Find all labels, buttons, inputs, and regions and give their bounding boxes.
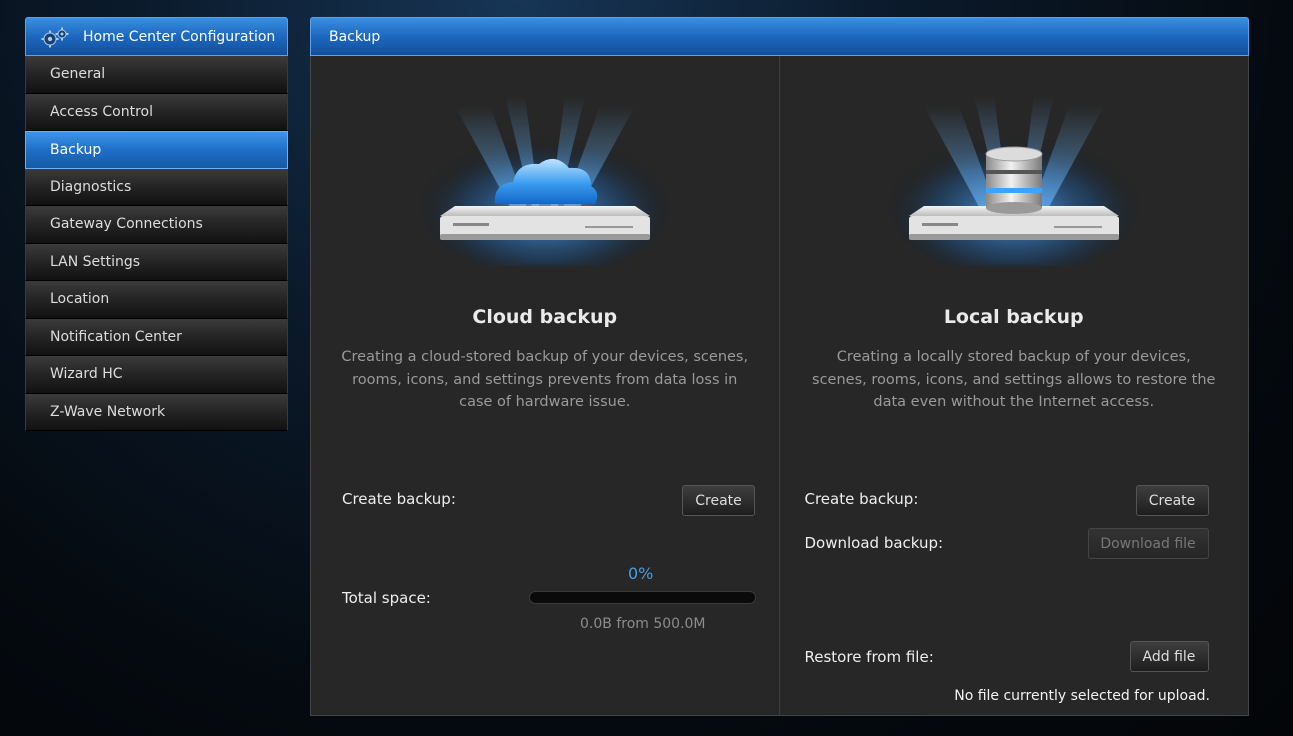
cloud-backup-title: Cloud backup [472, 306, 618, 328]
local-backup-description: Creating a locally stored backup of your… [812, 349, 1216, 410]
cloud-progress-percent: 0% [628, 564, 654, 583]
local-backup-title: Local backup [943, 306, 1084, 328]
sidebar-item-diagnostics[interactable]: Diagnostics [25, 168, 288, 206]
cloud-create-backup-label: Create backup: [342, 490, 456, 508]
sidebar-header: Home Center Configuration [25, 17, 288, 56]
download-file-button[interactable]: Download file [1087, 528, 1209, 559]
gears-icon [40, 26, 70, 48]
sidebar-item-notification-center[interactable]: Notification Center [25, 318, 288, 356]
cloud-backup-illustration [415, 96, 675, 276]
local-backup-illustration [884, 96, 1144, 276]
cloud-backup-section: Cloud backup Creating a cloud-stored bac… [311, 56, 780, 715]
sidebar-item-backup[interactable]: Backup [25, 131, 288, 169]
local-create-button[interactable]: Create [1135, 485, 1209, 516]
sidebar-title: Home Center Configuration [83, 28, 276, 45]
sidebar-item-gateway-connections[interactable]: Gateway Connections [25, 206, 288, 244]
panel-body: Cloud backup Creating a cloud-stored bac… [310, 56, 1249, 716]
cloud-space-usage: 0.0B from 500.0M [580, 616, 706, 632]
local-backup-section: Local backup Creating a locally stored b… [780, 56, 1249, 715]
sidebar-item-wizard-hc[interactable]: Wizard HC [25, 356, 288, 394]
cloud-backup-description: Creating a cloud-stored backup of your d… [341, 349, 749, 410]
backup-panel: Backup Cloud backup Creating a cloud-sto… [310, 17, 1249, 716]
sidebar-item-general[interactable]: General [25, 56, 288, 94]
download-backup-label: Download backup: [804, 534, 944, 552]
cloud-space-progress-bar [529, 591, 756, 604]
sidebar-item-access-control[interactable]: Access Control [25, 93, 288, 131]
add-file-button[interactable]: Add file [1129, 641, 1209, 672]
panel-title: Backup [310, 17, 1249, 56]
sidebar: Home Center Configuration General Access… [25, 17, 288, 431]
local-create-backup-label: Create backup: [804, 490, 919, 508]
sidebar-item-location[interactable]: Location [25, 281, 288, 319]
no-file-selected-text: No file currently selected for upload. [954, 688, 1210, 704]
sidebar-item-z-wave-network[interactable]: Z-Wave Network [25, 393, 288, 431]
restore-from-file-label: Restore from file: [804, 648, 934, 666]
cloud-create-button[interactable]: Create [682, 485, 755, 516]
total-space-label: Total space: [342, 589, 431, 607]
sidebar-item-lan-settings[interactable]: LAN Settings [25, 243, 288, 281]
